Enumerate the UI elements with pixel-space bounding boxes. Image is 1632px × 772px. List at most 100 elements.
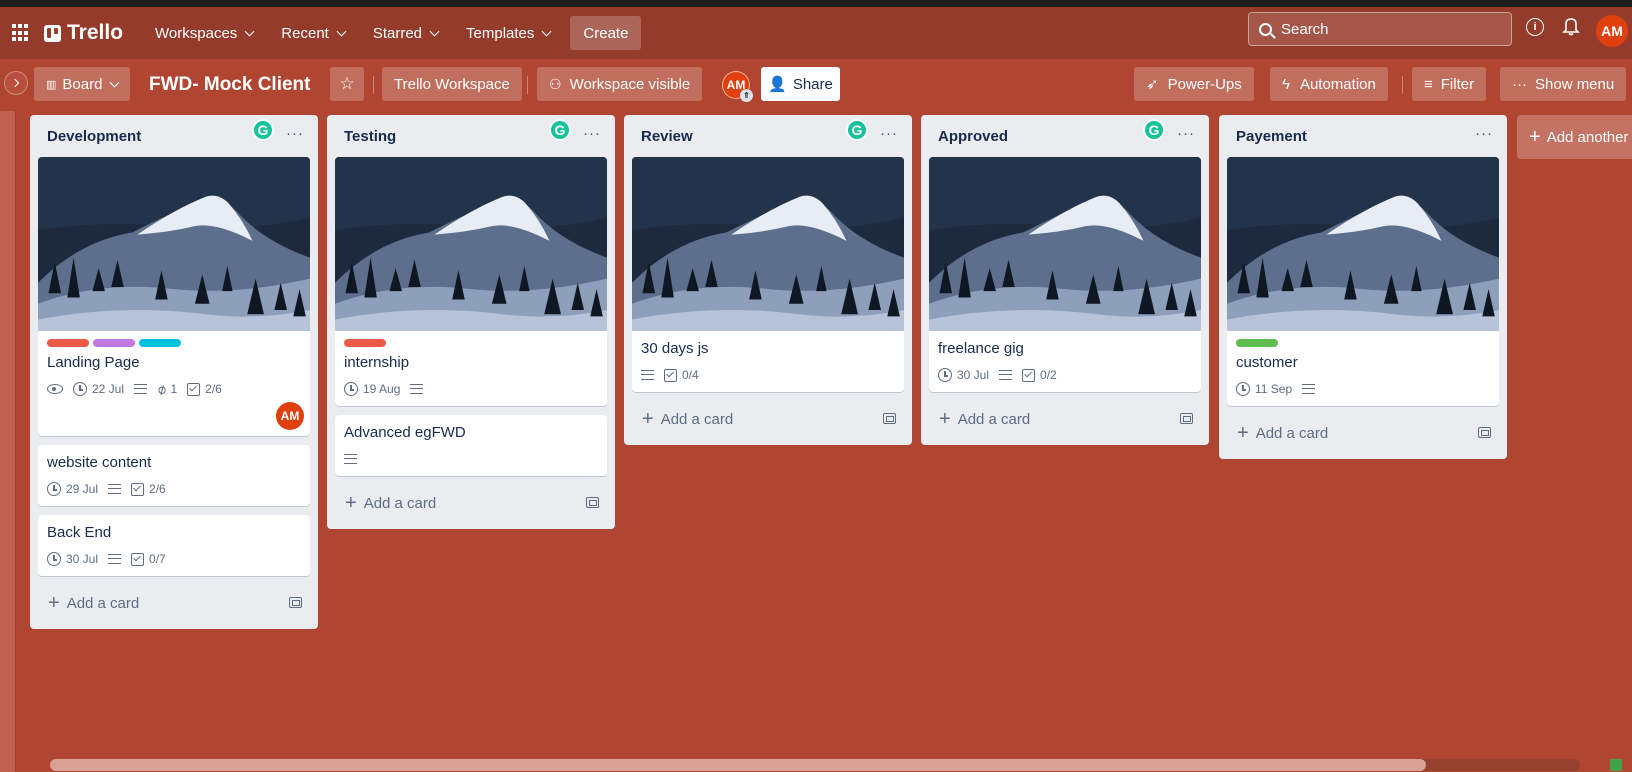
card-title: website content <box>47 454 152 471</box>
automation-button[interactable]: ϟ Automation <box>1270 67 1388 101</box>
list-actions-icon[interactable]: ··· <box>1475 125 1493 142</box>
list-title[interactable]: Development <box>47 128 141 145</box>
card-30-days-js[interactable]: 30 days js 0/4 <box>632 157 904 392</box>
add-card-button[interactable]: + Add a card <box>38 585 310 621</box>
create-from-template-icon[interactable] <box>586 497 599 508</box>
show-menu-button[interactable]: ··· Show menu <box>1500 67 1627 101</box>
rocket-icon: ➶ <box>1146 76 1159 93</box>
card-internship[interactable]: internship 19 Aug <box>335 157 607 406</box>
list-title[interactable]: Testing <box>344 128 396 145</box>
due-date: 11 Sep <box>1255 382 1293 396</box>
search-icon <box>1259 22 1272 36</box>
trello-logo[interactable]: Trello <box>44 21 123 45</box>
list-title[interactable]: Review <box>641 128 693 145</box>
due-date: 29 Jul <box>66 482 99 496</box>
horizontal-scrollbar[interactable] <box>50 759 1580 771</box>
nav-workspaces[interactable]: Workspaces <box>145 17 263 49</box>
search-input[interactable]: Search <box>1248 12 1512 46</box>
clock-icon <box>73 382 87 396</box>
card-title: Back End <box>47 524 112 541</box>
checklist-count: 2/6 <box>149 482 166 496</box>
clock-icon <box>938 368 952 382</box>
list-header: Review G ··· <box>632 115 904 157</box>
board-title[interactable]: FWD- Mock Client <box>149 74 311 96</box>
expand-sidebar-button[interactable] <box>4 71 28 95</box>
checklist-icon <box>1022 368 1036 382</box>
list-actions-icon[interactable]: ··· <box>1177 125 1195 142</box>
card-freelance-gig[interactable]: freelance gig 30 Jul 0/2 <box>929 157 1201 392</box>
create-from-template-icon[interactable] <box>289 597 302 608</box>
card-cover-image <box>38 157 310 331</box>
due-date: 30 Jul <box>957 368 990 382</box>
description-icon <box>108 554 122 564</box>
grammarly-icon[interactable]: G <box>846 119 868 141</box>
star-board-button[interactable]: ☆ <box>330 67 364 101</box>
description-icon <box>344 454 357 464</box>
power-ups-button[interactable]: ➶ Power-Ups <box>1134 67 1254 101</box>
list-testing: Testing G ··· internship 19 Aug Advanced… <box>327 115 615 529</box>
checklist-count: 0/4 <box>682 368 699 382</box>
card-customer[interactable]: customer 11 Sep <box>1227 157 1499 406</box>
list-title[interactable]: Payement <box>1236 128 1307 145</box>
grammarly-icon[interactable]: G <box>549 119 571 141</box>
apps-grid-icon[interactable] <box>12 24 30 42</box>
description-icon <box>1302 384 1316 394</box>
list-header: Approved G ··· <box>929 115 1201 157</box>
star-icon: ☆ <box>339 74 355 93</box>
card-badges: 29 Jul 2/6 <box>47 479 301 499</box>
card-title: 30 days js <box>641 340 709 357</box>
user-avatar[interactable]: AM <box>1596 15 1628 47</box>
bell-icon[interactable] <box>1562 16 1580 36</box>
add-card-button[interactable]: + Add a card <box>929 401 1201 437</box>
filter-icon: ≡ <box>1424 75 1433 93</box>
card-advanced-egfwd[interactable]: Advanced egFWD <box>335 415 607 476</box>
filter-button[interactable]: ≡ Filter <box>1412 67 1487 101</box>
nav-recent[interactable]: Recent <box>271 17 355 49</box>
create-from-template-icon[interactable] <box>1180 413 1193 424</box>
due-date: 19 Aug <box>363 382 401 396</box>
share-button[interactable]: 👤 Share <box>761 67 840 101</box>
description-icon <box>410 384 424 394</box>
card-labels <box>1236 339 1490 347</box>
create-button[interactable]: Create <box>570 16 642 50</box>
nav-starred[interactable]: Starred <box>363 17 448 49</box>
card-back-end[interactable]: Back End 30 Jul 0/7 <box>38 515 310 576</box>
chevron-down-icon <box>244 26 255 36</box>
description-icon <box>134 384 148 394</box>
list-title[interactable]: Approved <box>938 128 1008 145</box>
list-actions-icon[interactable]: ··· <box>583 125 601 142</box>
board-view-switcher[interactable]: ▥ Board <box>34 67 131 101</box>
create-from-template-icon[interactable] <box>883 413 896 424</box>
add-card-button[interactable]: + Add a card <box>335 485 607 521</box>
add-list-button[interactable]: +Add another list <box>1517 115 1632 159</box>
due-date: 30 Jul <box>66 552 99 566</box>
divider <box>1402 76 1403 94</box>
label-sky <box>139 339 181 347</box>
grammarly-icon[interactable]: G <box>252 119 274 141</box>
add-card-button[interactable]: + Add a card <box>1227 415 1499 451</box>
card-title: Landing Page <box>47 354 140 371</box>
create-from-template-icon[interactable] <box>1478 427 1491 438</box>
scrollbar-thumb[interactable] <box>50 759 1426 771</box>
visibility-button[interactable]: ⚇ Workspace visible <box>537 67 703 101</box>
card-website-content[interactable]: website content 29 Jul 2/6 <box>38 445 310 506</box>
card-landing-page[interactable]: Landing Page 22 Jul ⌀ 1 2/6 AM <box>38 157 310 436</box>
list-actions-icon[interactable]: ··· <box>880 125 898 142</box>
card-title: internship <box>344 354 410 371</box>
nav-templates[interactable]: Templates <box>456 17 560 49</box>
list-approved: Approved G ··· freelance gig 30 Jul 0/2 … <box>921 115 1209 445</box>
label-green <box>1236 339 1278 347</box>
info-icon[interactable]: i <box>1526 18 1544 36</box>
list-header: Development G ··· <box>38 115 310 157</box>
workspace-button[interactable]: Trello Workspace <box>382 67 522 101</box>
add-card-button[interactable]: + Add a card <box>632 401 904 437</box>
board-member-avatar[interactable]: AM ⇑ <box>722 71 753 102</box>
card-title: customer <box>1236 354 1298 371</box>
list-actions-icon[interactable]: ··· <box>286 125 304 142</box>
admin-badge-icon: ⇑ <box>740 89 753 102</box>
checklist-count: 0/2 <box>1040 368 1057 382</box>
card-member-avatar[interactable]: AM <box>276 402 304 430</box>
grammarly-icon[interactable]: G <box>1143 119 1165 141</box>
label-purple <box>93 339 135 347</box>
due-date: 22 Jul <box>92 382 125 396</box>
